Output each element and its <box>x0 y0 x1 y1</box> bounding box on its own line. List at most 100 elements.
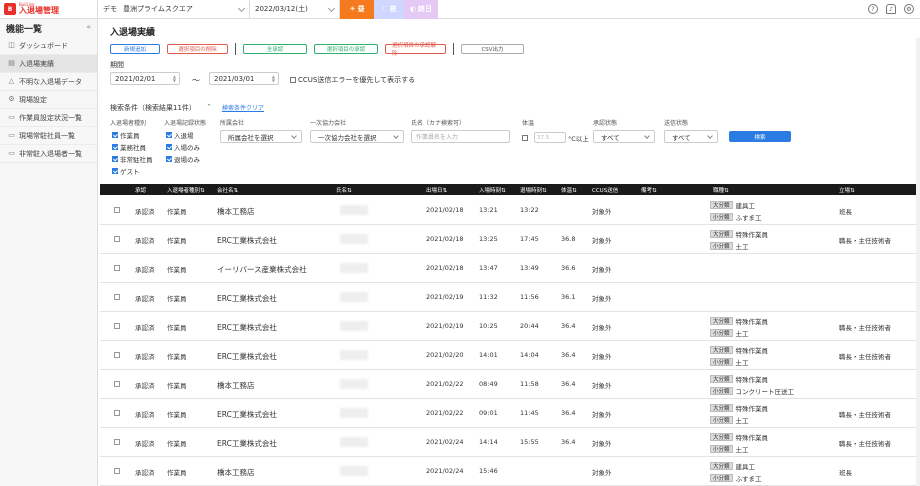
cell-date: 2021/02/22 <box>426 380 464 388</box>
main-content: 入退場実績 新規追加 選択項目の削除 全承認 選択項目の承認 選択項目の承認解除… <box>98 19 920 486</box>
table-row[interactable]: 承認済 作業員 ERC工業株式会社 2021/02/19 10:25 20:44 36.4 対… <box>100 312 918 341</box>
table-row[interactable]: 承認済 作業員 ERC工業株式会社 2021/02/20 14:01 14:04 36.4 対… <box>100 341 918 370</box>
table-row[interactable]: 承認済 作業員 ERC工業株式会社 2021/02/18 13:25 17:45 36.8 対… <box>100 225 918 254</box>
date-to-input[interactable]: 2021/03/01 ▲ ▼ <box>209 72 279 85</box>
cell-company: ERC工業株式会社 <box>217 439 277 448</box>
unapprove-selected-button[interactable]: 選択項目の承認解除 <box>385 43 446 57</box>
header-note[interactable]: 備考⇅ <box>641 186 657 194</box>
row-checkbox[interactable] <box>114 352 120 358</box>
row-checkbox[interactable] <box>114 439 120 445</box>
row-checkbox[interactable] <box>114 236 120 242</box>
table-row[interactable]: 承認済 作業員 橋本工務店 2021/02/22 08:49 11:58 36.4 対象外 大… <box>100 370 918 399</box>
cell-date: 2021/02/19 <box>426 322 464 330</box>
scrollbar[interactable] <box>916 38 920 486</box>
new-button[interactable]: 新規追加 <box>110 44 160 54</box>
cell-in-time: 14:14 <box>479 438 498 446</box>
name-search-input[interactable]: 作業員名を入力 <box>411 130 510 143</box>
sidebar-item-dashboard[interactable]: ◫ ダッシュボード <box>0 37 97 55</box>
app-logo[interactable]: B BuilLink 入退場管理 <box>0 0 98 19</box>
approve-selected-button[interactable]: 選択項目の承認 <box>314 44 378 54</box>
row-checkbox[interactable] <box>114 207 120 213</box>
cell-type: 作業員 <box>167 266 187 274</box>
shift-day-button[interactable]: ☀ 昼 <box>340 0 374 19</box>
table-row[interactable]: 承認済 作業員 橋本工務店 2021/02/24 15:46 対象外 大分類 建具工 小分類… <box>100 457 918 486</box>
search-button[interactable]: 検索 <box>729 131 791 142</box>
approve-all-button[interactable]: 全承認 <box>243 44 307 54</box>
help-icon[interactable]: ? <box>868 4 878 14</box>
cell-temp: 36.4 <box>561 438 576 446</box>
cell-ccus: 対象外 <box>592 382 612 390</box>
company-select[interactable]: 所属会社を選択 <box>220 130 302 143</box>
gear-icon[interactable]: ⚙ <box>904 4 914 14</box>
sidebar-item-worker-status[interactable]: ▭ 作業員設定状況一覧 <box>0 109 97 127</box>
current-date: 2022/03/12(土) <box>255 5 308 13</box>
chevron-up-icon[interactable]: ^ <box>207 104 211 110</box>
header-ccus[interactable]: CCUS送信 <box>592 186 618 194</box>
ccus-priority-checkbox[interactable]: CCUS送信エラーを優先して表示する <box>290 75 415 85</box>
table-row[interactable]: 承認済 作業員 ERC工業株式会社 2021/02/22 09:01 11:45 36.4 対… <box>100 399 918 428</box>
shift-night-button[interactable]: ☾ 夜 <box>374 0 404 19</box>
site-selector[interactable]: デモ 豊洲プライムスクエア <box>98 0 250 19</box>
header-date[interactable]: 出場日⇅ <box>426 186 447 194</box>
sidebar-item-resident-staff[interactable]: ▭ 現場常駐社員一覧 <box>0 127 97 145</box>
spinner-icon[interactable]: ▲ ▼ <box>173 75 176 83</box>
top-icons: ? ♪ ⚙ <box>868 4 914 14</box>
shift-allday-button[interactable]: ◐ 終日 <box>404 0 438 19</box>
collapse-icon[interactable]: « <box>86 23 91 31</box>
sidebar-item-unknown-data[interactable]: △ 不明な入退場データ <box>0 73 97 91</box>
chevron-down-icon <box>393 133 399 139</box>
top-bar: B BuilLink 入退場管理 デモ 豊洲プライムスクエア 2022/03/1… <box>0 0 920 19</box>
date-selector[interactable]: 2022/03/12(土) <box>250 0 340 19</box>
sidebar-item-attendance[interactable]: ▤ 入退場実績 <box>0 55 97 73</box>
delete-selected-button[interactable]: 選択項目の削除 <box>167 44 228 54</box>
cell-role: 班長 <box>839 208 852 216</box>
header-out-time[interactable]: 退場時刻⇅ <box>520 186 547 194</box>
table-row[interactable]: 承認済 作業員 ERC工業株式会社 2021/02/24 14:14 15:55 36.4 対… <box>100 428 918 457</box>
checkbox-in-out[interactable]: 入退場 <box>166 130 200 140</box>
row-checkbox[interactable] <box>114 323 120 329</box>
row-checkbox[interactable] <box>114 468 120 474</box>
cell-in-time: 13:47 <box>479 264 498 272</box>
bell-icon[interactable]: ♪ <box>886 4 896 14</box>
header-job[interactable]: 職種⇅ <box>713 186 729 194</box>
approval-state-select[interactable]: すべて <box>593 130 655 143</box>
checkbox-nonresident[interactable]: 非常駐社員 <box>112 154 153 164</box>
checkbox-staff[interactable]: 業務社員 <box>112 142 153 152</box>
date-from-input[interactable]: 2021/02/01 ▲ ▼ <box>110 72 180 85</box>
checkbox[interactable] <box>290 77 296 83</box>
cell-temp: 36.4 <box>561 380 576 388</box>
header-type[interactable]: 入退場者種別⇅ <box>167 186 205 194</box>
sidebar-item-site-settings[interactable]: ⚙ 現場設定 <box>0 91 97 109</box>
cell-type: 作業員 <box>167 469 187 477</box>
table-row[interactable]: 承認済 作業員 イーリバース産業株式会社 2021/02/18 13:47 13:49 36… <box>100 254 918 283</box>
primary-company-select[interactable]: 一次協力会社を選択 <box>310 130 404 143</box>
send-state-select[interactable]: すべて <box>664 130 718 143</box>
cell-job: 大分類 特殊作業員 小分類 土工 <box>710 431 768 455</box>
table-row[interactable]: 承認済 作業員 橋本工務店 2021/02/18 13:21 13:22 対象外 大分類 建具… <box>100 196 918 225</box>
spinner-icon[interactable]: ▲ ▼ <box>272 75 275 83</box>
csv-export-button[interactable]: CSV出力 <box>461 44 524 54</box>
temperature-checkbox[interactable] <box>522 134 528 141</box>
cell-approval: 承認済 <box>135 353 155 361</box>
toolbar-divider <box>235 43 236 55</box>
sidebar-item-nonresident[interactable]: ▭ 非常駐入退場者一覧 <box>0 145 97 163</box>
checkbox-worker[interactable]: 作業員 <box>112 130 153 140</box>
row-checkbox[interactable] <box>114 294 120 300</box>
cell-in-time: 15:46 <box>479 467 498 475</box>
clear-conditions-link[interactable]: 検索条件クリア <box>222 103 264 112</box>
row-checkbox[interactable] <box>114 265 120 271</box>
checkbox-guest[interactable]: ゲスト <box>112 166 153 176</box>
header-temp[interactable]: 体温⇅ <box>561 186 577 194</box>
checkbox-in-only[interactable]: 入場のみ <box>166 142 200 152</box>
row-checkbox[interactable] <box>114 410 120 416</box>
header-approval[interactable]: 承認 <box>135 186 146 194</box>
logo-title: 入退場管理 <box>19 6 59 15</box>
header-in-time[interactable]: 入場時刻⇅ <box>479 186 506 194</box>
header-name[interactable]: 氏名⇅ <box>336 186 352 194</box>
header-company[interactable]: 会社名⇅ <box>217 186 238 194</box>
header-role[interactable]: 立場⇅ <box>839 186 855 194</box>
temperature-input[interactable]: 37.5 <box>534 132 566 143</box>
row-checkbox[interactable] <box>114 381 120 387</box>
table-row[interactable]: 承認済 作業員 ERC工業株式会社 2021/02/19 11:32 11:56 36.1 対… <box>100 283 918 312</box>
checkbox-out-only[interactable]: 退場のみ <box>166 154 200 164</box>
